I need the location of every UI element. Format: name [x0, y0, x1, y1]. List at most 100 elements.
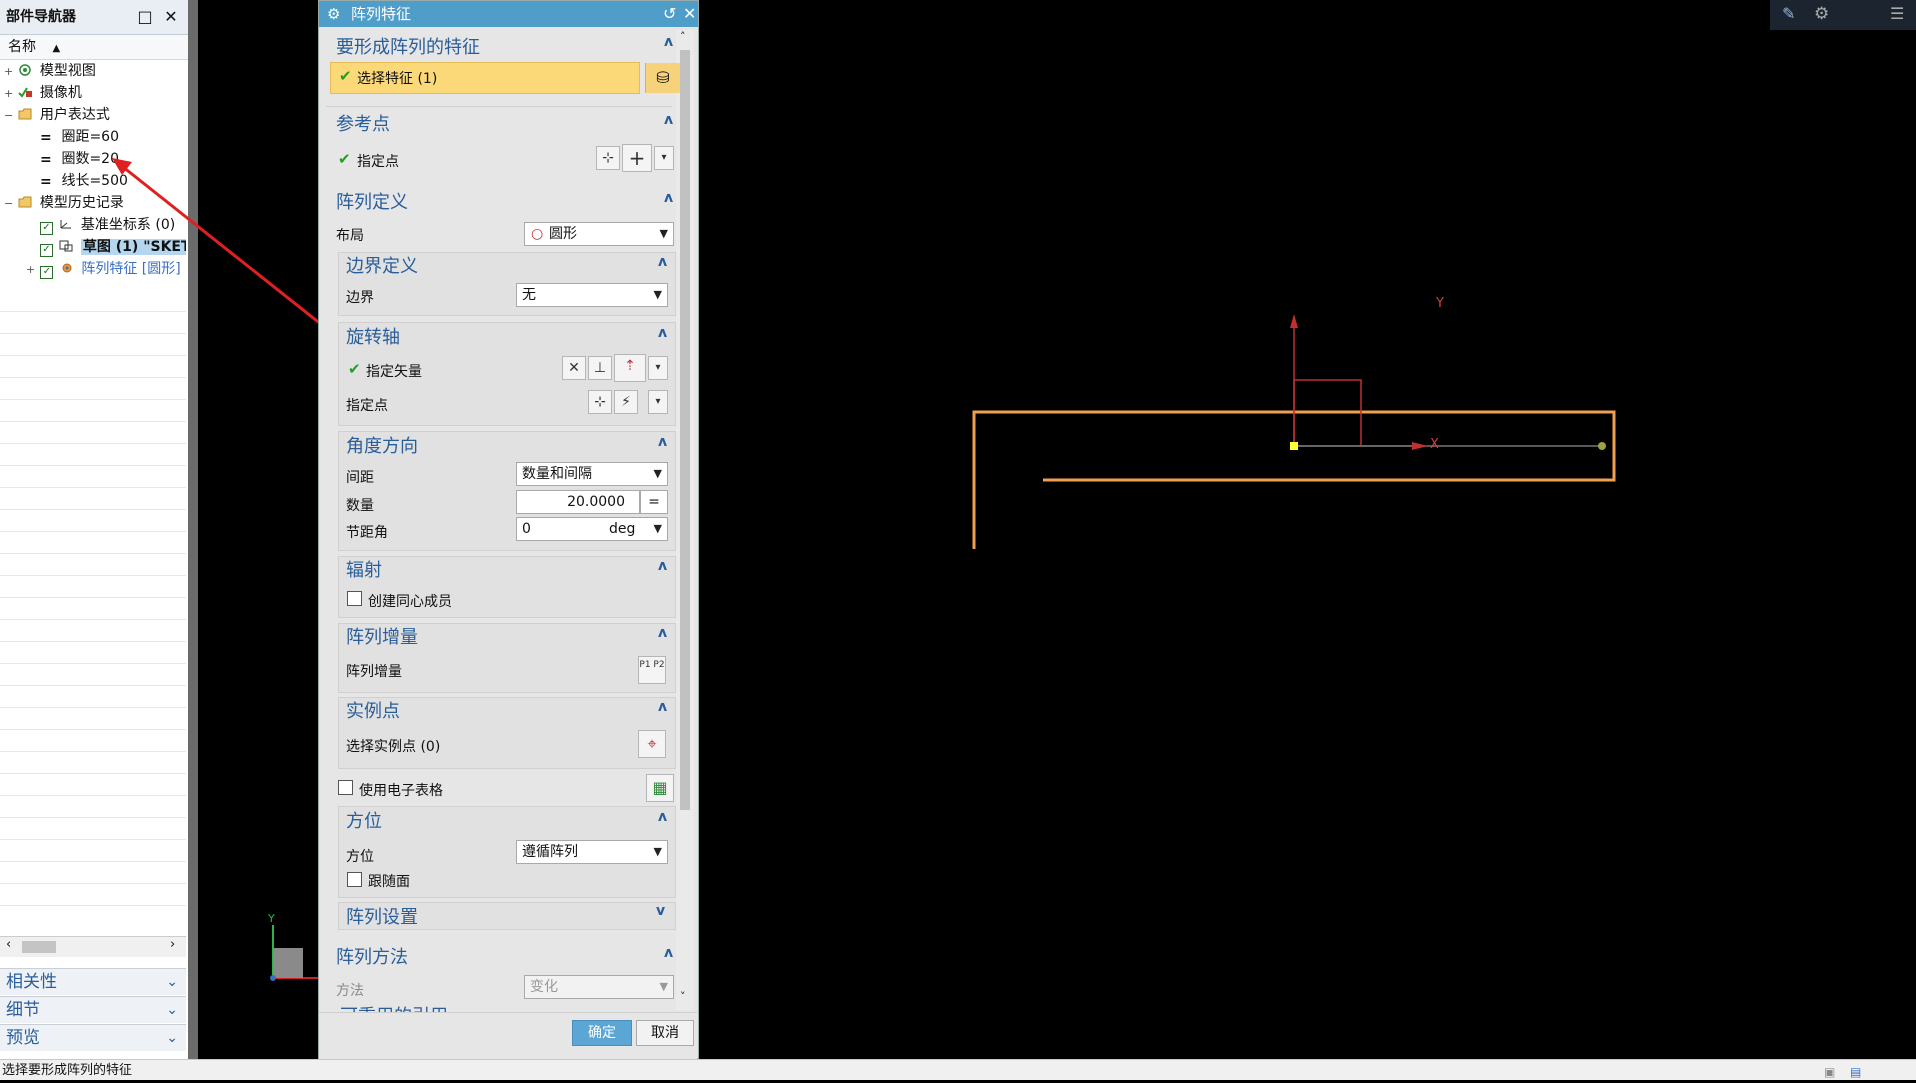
dropdown-arrow-icon[interactable]: ▾ [648, 356, 668, 380]
section-header-features[interactable]: 要形成阵列的特征 [336, 33, 480, 59]
tree-node-sketch[interactable]: ✓ 草图 (1) "SKETCH_000" [0, 236, 186, 258]
column-header-name[interactable]: 名称 ▲ [0, 35, 188, 60]
tree-node-expression[interactable]: = 圈数=20 [0, 148, 186, 170]
dropdown-arrow-icon: ▼ [659, 227, 668, 240]
sketch-geometry [972, 410, 1616, 549]
dropdown-arrow-icon: ▼ [653, 522, 662, 535]
count-input[interactable]: 20.0000 [516, 490, 640, 514]
layout-dropdown[interactable]: ○ 圆形 ▼ [524, 222, 674, 246]
tree-node-datum-csys[interactable]: ✓ 基准坐标系 (0) [0, 214, 186, 236]
section-header-instance-points[interactable]: 实例点 [346, 697, 400, 723]
scrollbar-thumb[interactable] [680, 50, 690, 810]
section-header-increment[interactable]: 阵列增量 [346, 623, 418, 649]
tree-node-camera[interactable]: + 摄像机 [0, 82, 186, 104]
menu-icon[interactable]: ☰ [1890, 4, 1904, 23]
reset-icon[interactable]: ↺ [663, 1, 676, 27]
use-spreadsheet-checkbox[interactable] [338, 780, 353, 795]
expand-icon[interactable]: + [4, 61, 14, 82]
point-dialog-icon[interactable]: ⊹ [588, 390, 612, 414]
dropdown-arrow-icon[interactable]: ▾ [654, 146, 674, 170]
scrollbar-thumb[interactable] [22, 941, 56, 953]
collapse-caret-icon[interactable]: ʌ [658, 625, 667, 641]
method-dropdown[interactable]: 变化 ▼ [524, 975, 674, 999]
create-concentric-checkbox[interactable] [347, 591, 362, 606]
section-dependencies[interactable]: 相关性 ⌄ [0, 968, 186, 995]
collapse-caret-icon[interactable]: ʌ [664, 945, 673, 961]
crosshair-icon[interactable]: ⌖ [638, 730, 666, 758]
section-details[interactable]: 细节 ⌄ [0, 996, 186, 1023]
collapse-caret-icon[interactable]: ʌ [658, 434, 667, 450]
gear-icon[interactable]: ⚙ [1814, 4, 1829, 24]
collapse-caret-icon[interactable]: ʌ [664, 34, 673, 50]
point-inferred-icon[interactable]: ⚡ [614, 390, 638, 414]
dropdown-arrow-icon: ▼ [653, 288, 662, 301]
model-views-icon [18, 61, 32, 76]
follow-face-checkbox[interactable] [347, 872, 362, 887]
maximize-icon[interactable]: □ [134, 0, 156, 34]
point-inferred-icon[interactable]: + [622, 144, 652, 172]
increment-table-icon[interactable]: P1 P2 [638, 656, 666, 684]
scroll-left-icon[interactable]: ‹ [6, 937, 11, 952]
visibility-checkbox[interactable]: ✓ [40, 244, 53, 257]
cancel-button[interactable]: 取消 [636, 1020, 694, 1046]
collapse-caret-icon[interactable]: ʌ [658, 558, 667, 574]
section-header-reference-point[interactable]: 参考点 [336, 110, 390, 136]
scroll-up-icon[interactable]: ˄ [680, 30, 686, 43]
feature-select-icon[interactable]: ⛁ [645, 63, 680, 93]
collapse-caret-icon[interactable]: ʌ [664, 112, 673, 128]
tree-node-pattern-feature[interactable]: + ✓ 阵列特征 [圆形] (2) [0, 258, 186, 280]
orientation-dropdown[interactable]: 遵循阵列 ▼ [516, 840, 668, 864]
pitch-angle-input[interactable]: 0 deg ▼ [516, 517, 668, 541]
select-feature-row[interactable]: ✔ 选择特征 (1) ⛁ [330, 62, 680, 94]
collapse-caret-icon[interactable]: ʌ [658, 699, 667, 715]
visibility-checkbox[interactable]: ✓ [40, 266, 54, 279]
vector-dialog-icon[interactable]: ⊥ [588, 356, 612, 380]
tree-node-expression[interactable]: = 圈距=60 [0, 126, 186, 148]
spreadsheet-icon[interactable]: ▦ [646, 774, 674, 802]
section-header-boundary[interactable]: 边界定义 [346, 252, 418, 278]
tree-node-expression[interactable]: = 线长=500 [0, 170, 186, 192]
section-header-rotation-axis[interactable]: 旋转轴 [346, 323, 400, 349]
close-icon[interactable]: ✕ [683, 1, 696, 27]
section-header-pattern-settings[interactable]: 阵列设置 [346, 903, 418, 929]
section-preview[interactable]: 预览 ⌄ [0, 1024, 186, 1051]
render-style-icon[interactable]: ✎ [1782, 4, 1795, 23]
scroll-down-icon[interactable]: ˅ [680, 990, 686, 1003]
collapse-icon[interactable]: − [4, 193, 14, 214]
section-header-pattern-method[interactable]: 阵列方法 [336, 943, 408, 969]
expand-caret-icon[interactable]: v [656, 903, 665, 919]
horizontal-scrollbar[interactable]: ‹ › [0, 936, 186, 957]
collapse-caret-icon[interactable]: ʌ [664, 190, 673, 206]
section-header-pattern-definition[interactable]: 阵列定义 [336, 188, 408, 214]
select-feature-label: 选择特征 (1) [357, 71, 438, 87]
gear-icon[interactable]: ⚙ [327, 1, 340, 27]
expand-icon[interactable]: + [4, 83, 14, 104]
collapse-caret-icon[interactable]: ʌ [658, 325, 667, 341]
dialog-vertical-scrollbar[interactable]: ˄ ˅ [676, 30, 694, 1010]
boundary-label: 边界 [346, 290, 374, 306]
vector-reverse-icon[interactable]: ✕ [562, 356, 586, 380]
close-icon[interactable]: ✕ [160, 0, 182, 34]
scroll-right-icon[interactable]: › [170, 937, 175, 952]
point-dialog-icon[interactable]: ⊹ [596, 146, 620, 170]
section-header-angular-direction[interactable]: 角度方向 [346, 432, 418, 458]
inferred-vector-icon[interactable]: ⇡ [614, 354, 646, 382]
collapse-icon[interactable]: − [4, 105, 14, 126]
tree-node-model-views[interactable]: + 模型视图 [0, 60, 186, 82]
visibility-checkbox[interactable]: ✓ [40, 222, 53, 235]
collapse-caret-icon[interactable]: ʌ [658, 809, 667, 825]
end-point [1598, 442, 1606, 450]
tree-node-user-expressions[interactable]: − 用户表达式 [0, 104, 186, 126]
dropdown-arrow-icon[interactable]: ▾ [648, 390, 668, 414]
expand-icon[interactable]: + [26, 259, 36, 280]
tree-node-model-history[interactable]: − 模型历史记录 [0, 192, 186, 214]
collapse-caret-icon[interactable]: ʌ [658, 254, 667, 270]
boundary-dropdown[interactable]: 无 ▼ [516, 283, 668, 307]
spacing-label: 间距 [346, 470, 374, 486]
ok-button[interactable]: 确定 [572, 1020, 632, 1046]
formula-button[interactable]: = [640, 490, 668, 514]
section-header-orientation[interactable]: 方位 [346, 807, 382, 833]
sort-ascending-icon: ▲ [52, 43, 61, 54]
section-header-radiate[interactable]: 辐射 [346, 556, 382, 582]
spacing-dropdown[interactable]: 数量和间隔 ▼ [516, 462, 668, 486]
